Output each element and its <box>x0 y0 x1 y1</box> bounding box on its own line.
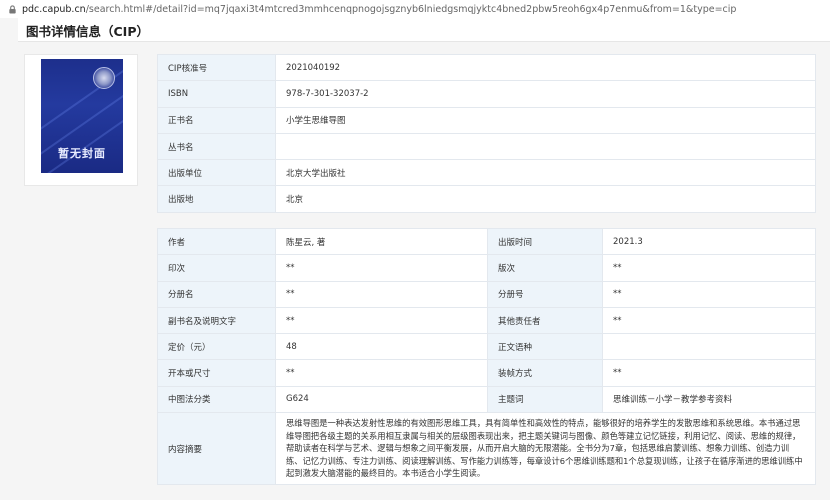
field-label: 中图法分类 <box>157 385 276 414</box>
field-label: 正书名 <box>157 106 276 134</box>
field-label: 分册号 <box>487 280 603 308</box>
table-row: 分册名 ** 分册号 ** <box>157 280 816 308</box>
table-row: 出版单位 北京大学出版社 <box>157 159 816 187</box>
field-value: 北京 <box>275 185 816 213</box>
field-label: 定价（元） <box>157 333 276 361</box>
field-value: ** <box>602 306 816 335</box>
table-row: 丛书名 <box>157 132 816 161</box>
address-bar[interactable]: pdc.capub.cn/search.html#/detail?id=mq7j… <box>0 0 830 18</box>
field-label: 出版时间 <box>487 227 603 256</box>
abstract-label: 内容摘要 <box>157 412 276 486</box>
field-label: 版次 <box>487 254 603 282</box>
cover-panel: 暂无封面 <box>24 54 138 186</box>
field-value: ** <box>602 254 816 282</box>
field-value: 2021.3 <box>602 227 816 256</box>
field-value: ** <box>275 306 488 335</box>
emblem-icon <box>93 67 115 89</box>
field-label: 作者 <box>157 227 276 256</box>
field-value: 陈星云, 著 <box>275 227 488 256</box>
field-value: ** <box>602 280 816 308</box>
field-label: 副书名及说明文字 <box>157 306 276 335</box>
field-value: 小学生思维导图 <box>275 106 816 134</box>
field-label: 正文语种 <box>487 333 603 361</box>
table-row: 作者 陈星云, 著出版时间 2021.3 <box>157 227 816 256</box>
table-row: ISBN 978-7-301-32037-2 <box>157 80 816 108</box>
field-label: 出版地 <box>157 185 276 213</box>
field-value: 北京大学出版社 <box>275 159 816 187</box>
field-label: 主题词 <box>487 385 603 414</box>
detail-info-table: 作者 陈星云, 著出版时间 2021.3 印次 ** 版次 ** 分册名 ** 分册号 ** 副书名及… <box>157 227 816 486</box>
field-value: 思维训练－小学－教学参考资料 <box>602 385 816 414</box>
table-row: 正书名 小学生思维导图 <box>157 106 816 134</box>
field-value: ** <box>275 254 488 282</box>
field-value: ** <box>275 280 488 308</box>
title-bar: 图书详情信息（CIP） <box>18 18 830 42</box>
field-value: 2021040192 <box>275 53 816 82</box>
table-row: 开本或尺寸 ** 装帧方式 ** <box>157 359 816 387</box>
field-label: 印次 <box>157 254 276 282</box>
table-row: 中图法分类 G624 主题词 思维训练－小学－教学参考资料 <box>157 385 816 414</box>
table-row: 定价（元） 48 正文语种 <box>157 333 816 361</box>
field-value: 978-7-301-32037-2 <box>275 80 816 108</box>
table-row: 印次 ** 版次 ** <box>157 254 816 282</box>
no-cover-text: 暂无封面 <box>58 147 106 160</box>
field-value <box>602 333 816 361</box>
field-label: 分册名 <box>157 280 276 308</box>
abstract-row: 内容摘要 思维导图是一种表达发射性思维的有效图形思维工具，具有简单性和高效性的特点… <box>157 412 816 486</box>
abstract-text: 思维导图是一种表达发射性思维的有效图形思维工具，具有简单性和高效性的特点，能够很… <box>275 412 816 486</box>
field-label: ISBN <box>157 80 276 108</box>
field-label: 其他责任者 <box>487 306 603 335</box>
field-label: 开本或尺寸 <box>157 359 276 387</box>
table-row: 副书名及说明文字 ** 其他责任者 ** <box>157 306 816 335</box>
table-row: 出版地 北京 <box>157 185 816 213</box>
field-value <box>275 132 816 161</box>
url-host: pdc.capub.cn <box>22 3 86 15</box>
page-content: 图书详情信息（CIP） 暂无封面 CIP核准号 2021040192 ISBN 978… <box>0 18 830 500</box>
book-cover-image: 暂无封面 <box>41 59 123 173</box>
field-value: ** <box>275 359 488 387</box>
field-label: 装帧方式 <box>487 359 603 387</box>
field-label: CIP核准号 <box>157 53 276 82</box>
url-path: /search.html#/detail?id=mq7jqaxi3t4mtcre… <box>85 3 737 15</box>
table-row: CIP核准号 2021040192 <box>157 53 816 82</box>
field-label: 出版单位 <box>157 159 276 187</box>
field-value: ** <box>602 359 816 387</box>
basic-info-table: CIP核准号 2021040192 ISBN 978-7-301-32037-2 正书名… <box>157 53 816 213</box>
page-title: 图书详情信息（CIP） <box>26 24 149 39</box>
field-value: G624 <box>275 385 488 414</box>
lock-icon <box>9 4 16 14</box>
field-label: 丛书名 <box>157 132 276 161</box>
field-value: 48 <box>275 333 488 361</box>
